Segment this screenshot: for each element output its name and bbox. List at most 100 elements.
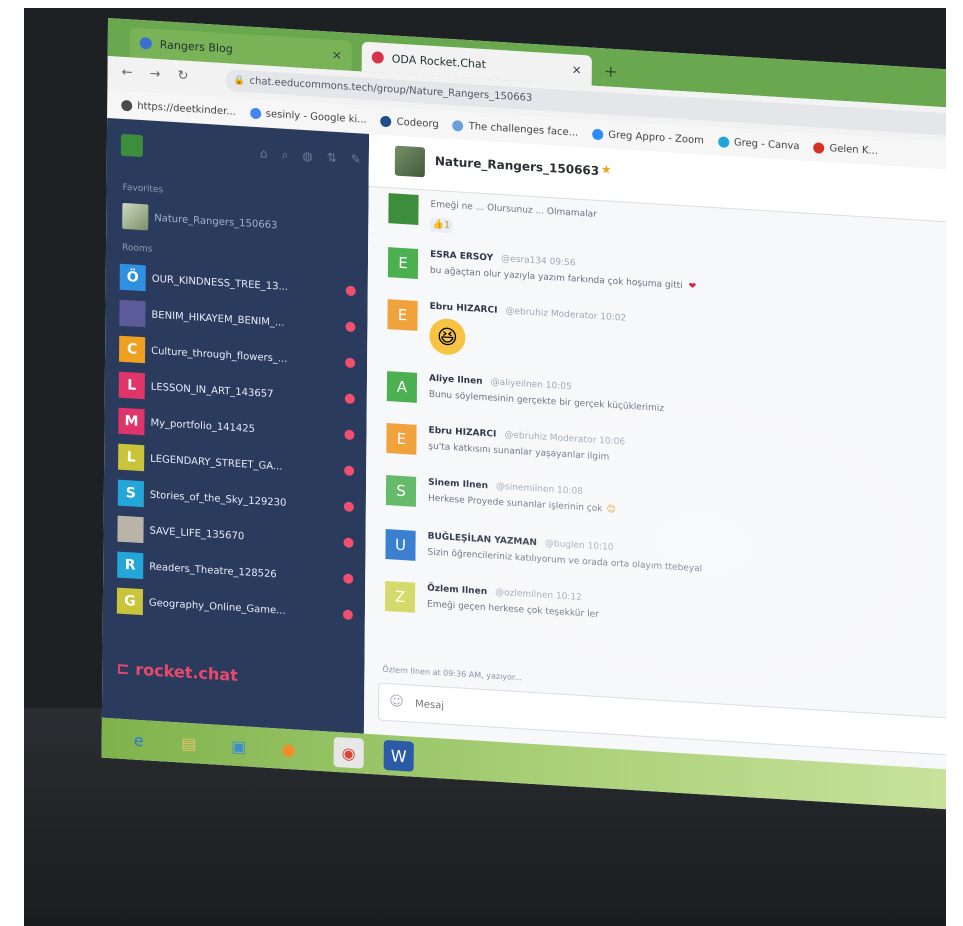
- logo-text: rocket.chat: [135, 659, 238, 685]
- bookmark-item[interactable]: Codeorg: [380, 115, 439, 130]
- room-avatar: [117, 515, 144, 544]
- message-avatar: Z: [384, 580, 416, 613]
- message-author: ESRA ERSOY @esra134 09:56: [430, 250, 576, 269]
- bookmark-item[interactable]: The challenges face...: [452, 119, 579, 139]
- message-meta: @ebruhiz Moderator 10:06: [504, 430, 626, 448]
- message-input[interactable]: [413, 691, 938, 748]
- author-name: Ebru HIZARCI: [428, 425, 497, 440]
- message-avatar: U: [385, 528, 416, 561]
- message-item: U BUĞLEŞİLAN YAZMAN @buglen 10:10 Sizin ö…: [385, 528, 946, 574]
- create-new-icon[interactable]: ✎: [351, 151, 361, 167]
- tab-favicon-icon: [371, 51, 384, 64]
- favorite-room-label: Nature_Rangers_150663: [154, 212, 278, 231]
- bookmark-icon: [592, 128, 604, 140]
- message-text: Sizin öğrencileriniz katılıyorum ve orad…: [427, 547, 703, 575]
- favorites-heading: Favorites: [122, 182, 164, 196]
- message-item: E Ebru HIZARCI @ebruhiz Moderator 10:02 😆: [387, 299, 946, 356]
- chrome-icon[interactable]: ◉: [333, 736, 364, 769]
- close-tab-icon[interactable]: ×: [572, 62, 582, 77]
- rocket-icon: ⊏: [116, 658, 136, 679]
- back-arrow-icon[interactable]: ←: [121, 65, 132, 81]
- smile-emoji-icon: 😊: [606, 504, 616, 516]
- star-icon[interactable]: ★: [601, 162, 612, 177]
- sidebar-room-item[interactable]: S Stories_of_the_Sky_129230: [117, 479, 354, 521]
- unread-badge: [343, 573, 354, 585]
- room-label: Culture_through_flowers_...: [151, 345, 288, 365]
- laughing-emoji-icon: 😆: [429, 317, 466, 356]
- url-text: chat.eeducommons.tech/group/Nature_Range…: [249, 75, 533, 104]
- message-item: S Sinem Ilnen @sinemilnen 10:08 Herkese P…: [385, 475, 946, 515]
- bookmark-item[interactable]: Gelen K...: [813, 141, 879, 157]
- room-label: Stories_of_the_Sky_129230: [149, 489, 287, 509]
- message-avatar: E: [387, 247, 419, 279]
- room-label: SAVE_LIFE_135670: [149, 525, 245, 542]
- room-avatar: C: [119, 335, 146, 364]
- sidebar-header: ⌂ ⌕ ◍ ⇅ ✎: [120, 133, 361, 172]
- sidebar-room-item[interactable]: G Geography_Online_Game...: [116, 587, 353, 629]
- unread-badge: [345, 321, 356, 333]
- bookmark-item[interactable]: Greg - Canva: [717, 135, 800, 152]
- rocketchat-logo: ⊏ rocket.chat: [116, 659, 238, 685]
- unread-badge: [344, 429, 355, 441]
- room-label: Readers_Theatre_128526: [149, 561, 277, 580]
- room-title: Nature_Rangers_150663: [434, 153, 600, 179]
- reload-icon[interactable]: ↻: [177, 68, 188, 84]
- bookmark-label: Greg - Canva: [733, 136, 800, 152]
- folder-icon[interactable]: ▤: [174, 727, 204, 759]
- message-meta: @ozlemilnen 10:12: [495, 587, 582, 603]
- sidebar-room-item[interactable]: M My_portfolio_141425: [118, 407, 355, 449]
- reaction-badge[interactable]: 👍1: [430, 217, 453, 234]
- message-meta: @ebruhiz Moderator 10:02: [505, 306, 627, 324]
- bookmark-item[interactable]: Greg Appro - Zoom: [592, 128, 704, 146]
- user-avatar[interactable]: [120, 133, 143, 158]
- message-text: bu ağaçtan olur yazıyla yazım farkında ç…: [430, 266, 696, 292]
- room-label: LESSON_IN_ART_143657: [150, 381, 274, 400]
- bookmark-label: Codeorg: [396, 116, 439, 130]
- message-meta: @sinemilnen 10:08: [496, 481, 584, 498]
- bookmark-item[interactable]: https://deetkinder...: [121, 99, 236, 117]
- unread-badge: [344, 393, 355, 405]
- sidebar-room-item[interactable]: R Readers_Theatre_128526: [117, 551, 354, 593]
- author-name: Sinem Ilnen: [428, 477, 489, 492]
- sidebar-room-item[interactable]: L LEGENDARY_STREET_GA...: [118, 443, 355, 485]
- room-avatar: L: [118, 371, 145, 400]
- rocketchat-sidebar: ⌂ ⌕ ◍ ⇅ ✎ Favorites Nature_Rangers_15066…: [101, 117, 370, 734]
- emoji-picker-icon[interactable]: ☺: [389, 693, 404, 710]
- author-name: Aliye Ilnen: [428, 373, 483, 387]
- message-text: Herkese Proyede sunanlar işlerinin çok 😊: [428, 494, 616, 515]
- sidebar-room-item[interactable]: C Culture_through_flowers_...: [119, 335, 356, 377]
- bookmark-icon: [717, 135, 729, 148]
- forward-arrow-icon[interactable]: →: [149, 67, 160, 83]
- directory-icon[interactable]: ◍: [302, 148, 313, 164]
- word-icon[interactable]: W: [383, 739, 414, 772]
- sidebar-room-item[interactable]: BENIM_HIKAYEM_BENIM_...: [119, 299, 356, 341]
- ie-icon[interactable]: e: [124, 724, 154, 756]
- home-icon[interactable]: ⌂: [260, 146, 268, 161]
- room-avatar: [394, 145, 426, 178]
- close-tab-icon[interactable]: ×: [332, 48, 342, 63]
- sidebar-room-item[interactable]: L LESSON_IN_ART_143657: [118, 371, 355, 413]
- room-label: My_portfolio_141425: [150, 417, 256, 435]
- new-tab-button[interactable]: +: [600, 60, 622, 83]
- bookmark-label: Gelen K...: [829, 142, 879, 157]
- search-icon[interactable]: ⌕: [281, 147, 288, 162]
- room-avatar: [119, 299, 146, 328]
- bookmark-icon: [452, 119, 464, 132]
- author-name: ESRA ERSOY: [430, 249, 494, 264]
- bookmark-label: The challenges face...: [468, 120, 579, 139]
- sidebar-room-item[interactable]: Ö OUR_KINDNESS_TREE_13...: [119, 263, 356, 305]
- message-author: Aliye Ilnen @aliyeilnen 10:05: [429, 374, 572, 393]
- sidebar-item-favorite[interactable]: Nature_Rangers_150663: [122, 202, 278, 238]
- firefox-icon[interactable]: ●: [274, 733, 304, 765]
- room-avatar: S: [117, 479, 144, 508]
- sort-icon[interactable]: ⇅: [327, 150, 337, 166]
- room-label: BENIM_HIKAYEM_BENIM_...: [151, 309, 285, 329]
- media-icon[interactable]: ▣: [224, 730, 254, 762]
- author-name: Ebru HIZARCI: [429, 301, 498, 316]
- bookmark-item[interactable]: sesinly - Google ki...: [249, 107, 367, 125]
- tab-label: Rangers Blog: [159, 37, 233, 56]
- sidebar-room-item[interactable]: SAVE_LIFE_135670: [117, 515, 354, 557]
- tab-favicon-icon: [139, 36, 152, 50]
- message-text: Emeği ne ... Olursunuz ... Olmamalar: [430, 199, 597, 220]
- message-body: bu ağaçtan olur yazıyla yazım farkında ç…: [429, 265, 683, 292]
